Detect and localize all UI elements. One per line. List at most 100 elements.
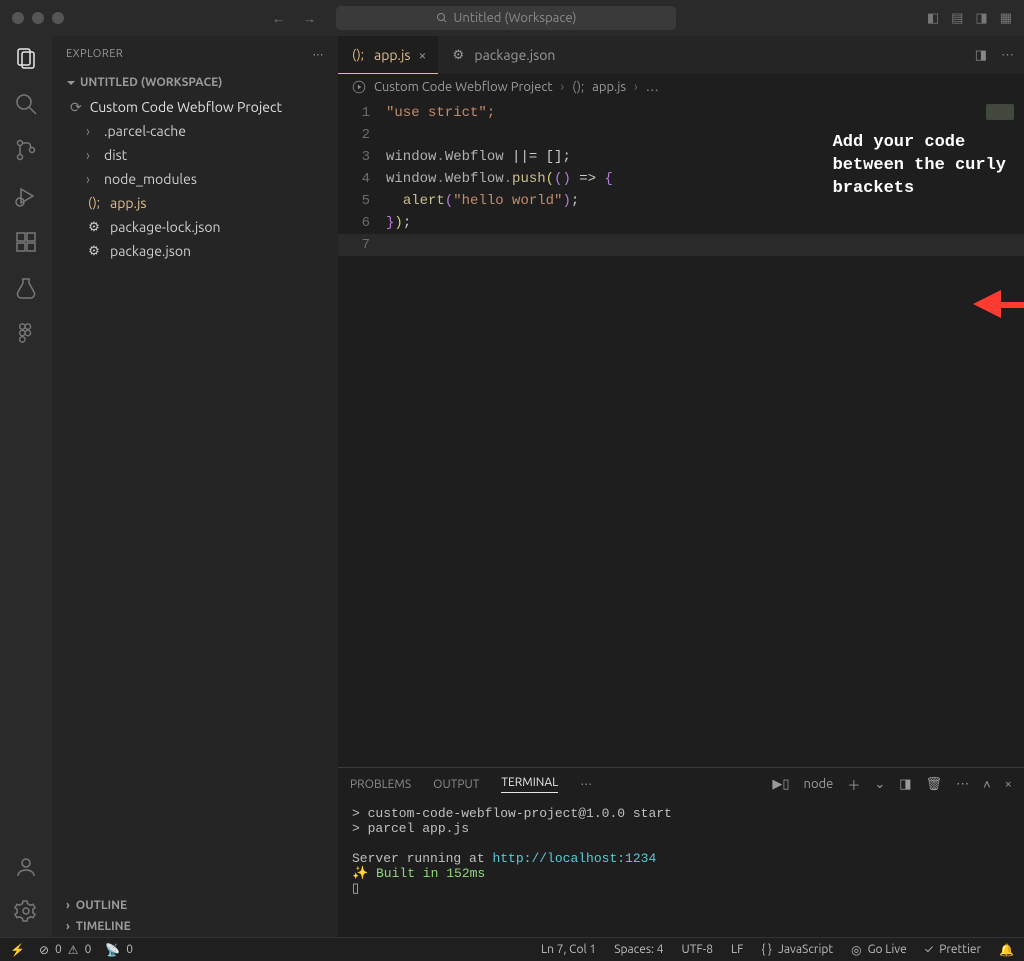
panel-tab-problems[interactable]: PROBLEMS [350,778,411,791]
settings-gear-icon[interactable] [14,899,38,923]
run-icon [352,80,366,94]
panel-more-icon[interactable]: ⋯ [580,777,592,791]
extensions-icon[interactable] [14,230,38,254]
panel-tab-output[interactable]: OUTPUT [433,778,479,791]
terminal-dropdown-icon[interactable]: ⌄ [874,777,885,792]
new-terminal-icon[interactable]: ＋ [847,775,860,794]
terminal-line: Built in 152ms [376,866,485,881]
code-token: "use strict"; [386,105,495,121]
terminal-profile-name[interactable]: node [804,777,834,791]
remote-indicator[interactable]: ⚡ [10,943,25,957]
folder-node-modules[interactable]: › node_modules [52,167,338,191]
code-token [386,193,403,209]
annotation-line: Add your code [833,132,1006,155]
status-indentation[interactable]: Spaces: 4 [614,943,663,956]
language-name: JavaScript [778,943,833,956]
window-controls [12,12,64,24]
status-cursor-position[interactable]: Ln 7, Col 1 [541,943,596,956]
line-number: 6 [338,215,386,231]
code-token: { [604,171,612,187]
split-terminal-icon[interactable]: ◨ [899,777,911,792]
breadcrumb-project[interactable]: Custom Code Webflow Project [374,80,553,94]
layout-customize-icon[interactable]: ▦ [1000,11,1012,26]
search-icon[interactable] [14,92,38,116]
status-notifications-icon[interactable]: 🔔 [999,943,1014,957]
close-tab-icon[interactable]: × [418,47,426,63]
breadcrumb-file[interactable]: app.js [592,80,626,94]
nav-forward-icon[interactable]: → [303,11,316,26]
status-eol[interactable]: LF [731,943,743,956]
explorer-sidebar: EXPLORER ⋯ UNTITLED (WORKSPACE) ⟳ Custom… [52,36,338,937]
split-editor-icon[interactable]: ◨ [975,48,987,63]
panel-tab-terminal[interactable]: TERMINAL [501,776,558,793]
status-encoding[interactable]: UTF-8 [682,943,713,956]
timeline-section[interactable]: › TIMELINE [52,916,338,937]
annotation-line: between the curly [833,155,1006,178]
code-token: . [504,171,512,187]
more-actions-icon[interactable]: ⋯ [1001,48,1014,63]
code-token: Webflow [445,149,504,165]
command-center[interactable]: Untitled (Workspace) [336,6,676,30]
code-token: ; [571,193,579,209]
minimize-window-icon[interactable] [32,12,44,24]
kill-terminal-icon[interactable]: 🗑 [926,777,943,792]
outline-label: OUTLINE [76,899,127,912]
annotation-line: brackets [833,178,1006,201]
explorer-icon[interactable] [14,46,38,70]
status-prettier[interactable]: ✓ Prettier [925,943,981,956]
tab-package-json[interactable]: ⚙ package.json [438,36,567,74]
status-ports[interactable]: 📡 0 [105,943,133,957]
terminal-content[interactable]: > custom-code-webflow-project@1.0.0 star… [338,800,1024,937]
file-package-lock-json[interactable]: ⚙ package-lock.json [52,215,338,239]
figma-icon[interactable] [15,322,37,344]
line-number: 5 [338,193,386,209]
braces-icon: { } [761,943,772,956]
workspace-header[interactable]: UNTITLED (WORKSPACE) [52,72,338,93]
js-file-icon: (); [86,196,102,210]
file-app-js[interactable]: (); app.js [52,191,338,215]
testing-icon[interactable] [14,276,38,300]
tab-app-js[interactable]: (); app.js × [338,36,438,74]
file-package-json[interactable]: ⚙ package.json [52,239,338,263]
minimap[interactable] [986,104,1014,120]
breadcrumb[interactable]: Custom Code Webflow Project › (); app.js… [338,74,1024,100]
radio-tower-icon: 📡 [105,943,120,957]
code-editor[interactable]: 1"use strict"; 2 3window.Webflow ||= [];… [338,100,1024,767]
breadcrumb-trail[interactable]: … [646,80,659,94]
status-errors[interactable]: ⊘ 0 ⚠ 0 [39,943,91,957]
run-debug-icon[interactable] [14,184,38,208]
explorer-more-icon[interactable]: ⋯ [313,48,325,61]
terminal-url[interactable]: http://localhost:1234 [492,851,656,866]
maximize-panel-icon[interactable]: ˄ [983,777,991,792]
close-window-icon[interactable] [12,12,24,24]
outline-section[interactable]: › OUTLINE [52,895,338,916]
nav-back-icon[interactable]: ← [272,11,285,26]
layout-primary-sidebar-icon[interactable]: ◧ [927,11,939,26]
layout-panel-icon[interactable]: ▤ [951,11,963,26]
code-token: ||= []; [504,149,571,165]
source-control-icon[interactable] [14,138,38,162]
chevron-right-icon: › [86,123,96,139]
code-token: "hello world" [453,193,562,209]
file-label: package-lock.json [110,219,221,235]
close-panel-icon[interactable]: × [1005,777,1012,791]
activity-bar [0,36,52,937]
maximize-window-icon[interactable] [52,12,64,24]
folder-parcel-cache[interactable]: › .parcel-cache [52,119,338,143]
bottom-panel: PROBLEMS OUTPUT TERMINAL ⋯ ▶▯ node ＋ ⌄ ◨… [338,767,1024,937]
refresh-icon: ⟳ [70,99,82,116]
terminal-line: Server running at [352,851,492,866]
editor-tabs: (); app.js × ⚙ package.json ◨ ⋯ [338,36,1024,74]
more-terminal-icon[interactable]: ⋯ [956,777,969,792]
code-token: . [436,149,444,165]
status-go-live[interactable]: ◎ Go Live [851,943,907,957]
status-language[interactable]: { } JavaScript [761,943,833,956]
titlebar: ← → Untitled (Workspace) ◧ ▤ ◨ ▦ [0,0,1024,36]
project-root[interactable]: ⟳ Custom Code Webflow Project [52,95,338,119]
folder-dist[interactable]: › dist [52,143,338,167]
line-number: 2 [338,127,386,143]
error-count: 0 [55,943,62,956]
layout-secondary-sidebar-icon[interactable]: ◨ [975,11,987,26]
chevron-right-icon: › [86,171,96,187]
accounts-icon[interactable] [14,855,38,879]
